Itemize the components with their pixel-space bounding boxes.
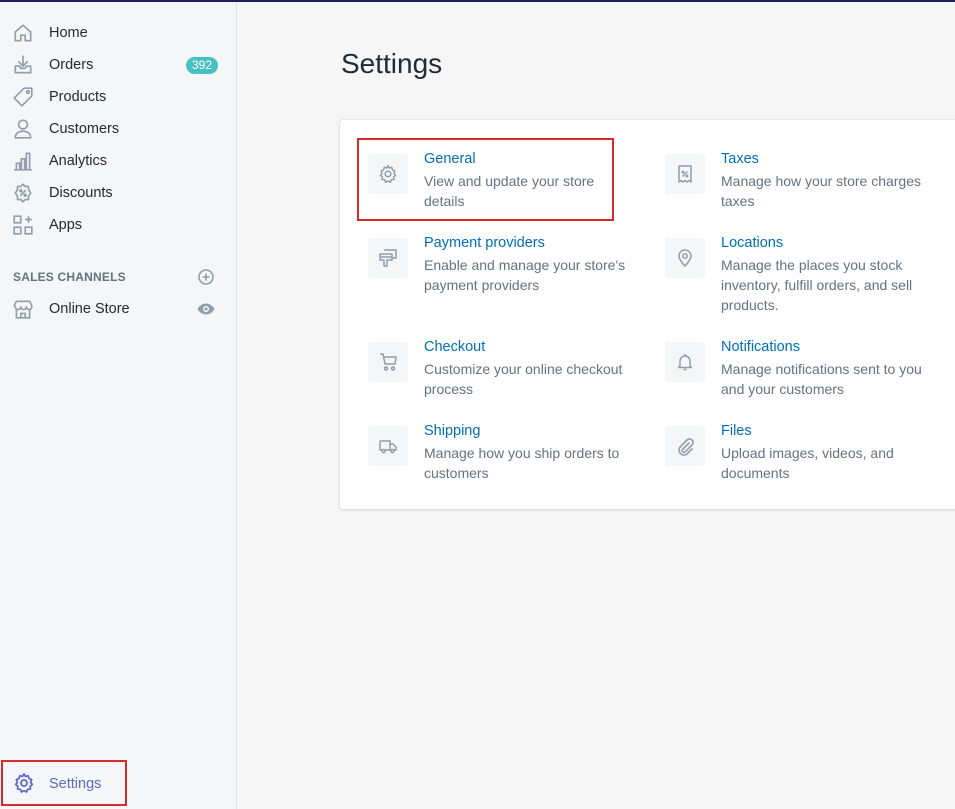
sidebar-item-label: Analytics [49,153,108,169]
sidebar-item-discounts[interactable]: Discounts [0,179,236,207]
setting-description: Manage how you ship orders to customers [424,445,620,481]
sidebar-item-orders[interactable]: Orders 392 [0,51,236,79]
store-icon [11,297,35,321]
sidebar-item-online-store[interactable]: Online Store [0,295,236,323]
sidebar-item-label: Home [49,25,88,41]
setting-title[interactable]: Shipping [424,423,480,439]
sidebar-item-customers[interactable]: Customers [0,115,236,143]
sidebar-item-label: Apps [49,217,83,233]
person-icon [11,117,35,141]
receipt-icon [665,154,705,194]
setting-title[interactable]: Notifications [721,339,800,355]
payment-icon [368,238,408,278]
setting-title[interactable]: General [424,151,476,167]
setting-title[interactable]: Files [721,423,752,439]
setting-title[interactable]: Payment providers [424,235,545,251]
sidebar-item-label: Settings [49,776,102,792]
setting-title[interactable]: Taxes [721,151,759,167]
cart-icon [368,342,408,382]
setting-description: Upload images, videos, and documents [721,445,894,481]
sidebar-item-settings[interactable]: Settings [1,760,127,806]
view-online-store-button[interactable] [196,299,216,319]
orders-count-badge: 392 [186,56,219,74]
setting-description: View and update your store details [424,173,595,209]
sidebar-item-apps[interactable]: Apps [0,211,236,239]
bell-icon [665,342,705,382]
sales-channels-heading: SALES CHANNELS [13,270,126,284]
sidebar-item-home[interactable]: Home [0,19,236,47]
sidebar-item-label: Orders [49,57,94,73]
truck-icon [368,426,408,466]
setting-description: Manage notifications sent to you and you… [721,361,922,397]
sidebar-item-label: Discounts [49,185,113,201]
settings-card: General View and update your store detai… [340,120,955,509]
add-sales-channel-button[interactable] [196,267,216,287]
sidebar-item-label: Online Store [49,301,130,317]
sidebar-item-label: Products [49,89,107,105]
sidebar: Home Orders 392 Products Customers Analy… [0,2,237,809]
setting-description: Enable and manage your store's payment p… [424,257,626,293]
location-pin-icon [665,238,705,278]
setting-title[interactable]: Checkout [424,339,485,355]
sidebar-item-products[interactable]: Products [0,83,236,111]
paperclip-icon [665,426,705,466]
setting-description: Customize your online checkout process [424,361,623,397]
page-title: Settings [341,48,443,79]
setting-description: Manage how your store charges taxes [721,173,921,209]
setting-title[interactable]: Locations [721,235,783,251]
setting-description: Manage the places you stock inventory, f… [721,257,913,313]
gear-icon [368,154,408,194]
plus-circle-icon [198,269,214,285]
tag-icon [11,85,35,109]
eye-icon [197,303,215,315]
gear-icon [12,771,36,795]
home-icon [11,21,35,45]
sidebar-item-analytics[interactable]: Analytics [0,147,236,175]
discount-icon [11,181,35,205]
sidebar-item-label: Customers [49,121,120,137]
bar-chart-icon [11,149,35,173]
orders-icon [11,53,35,77]
apps-icon [11,213,35,237]
